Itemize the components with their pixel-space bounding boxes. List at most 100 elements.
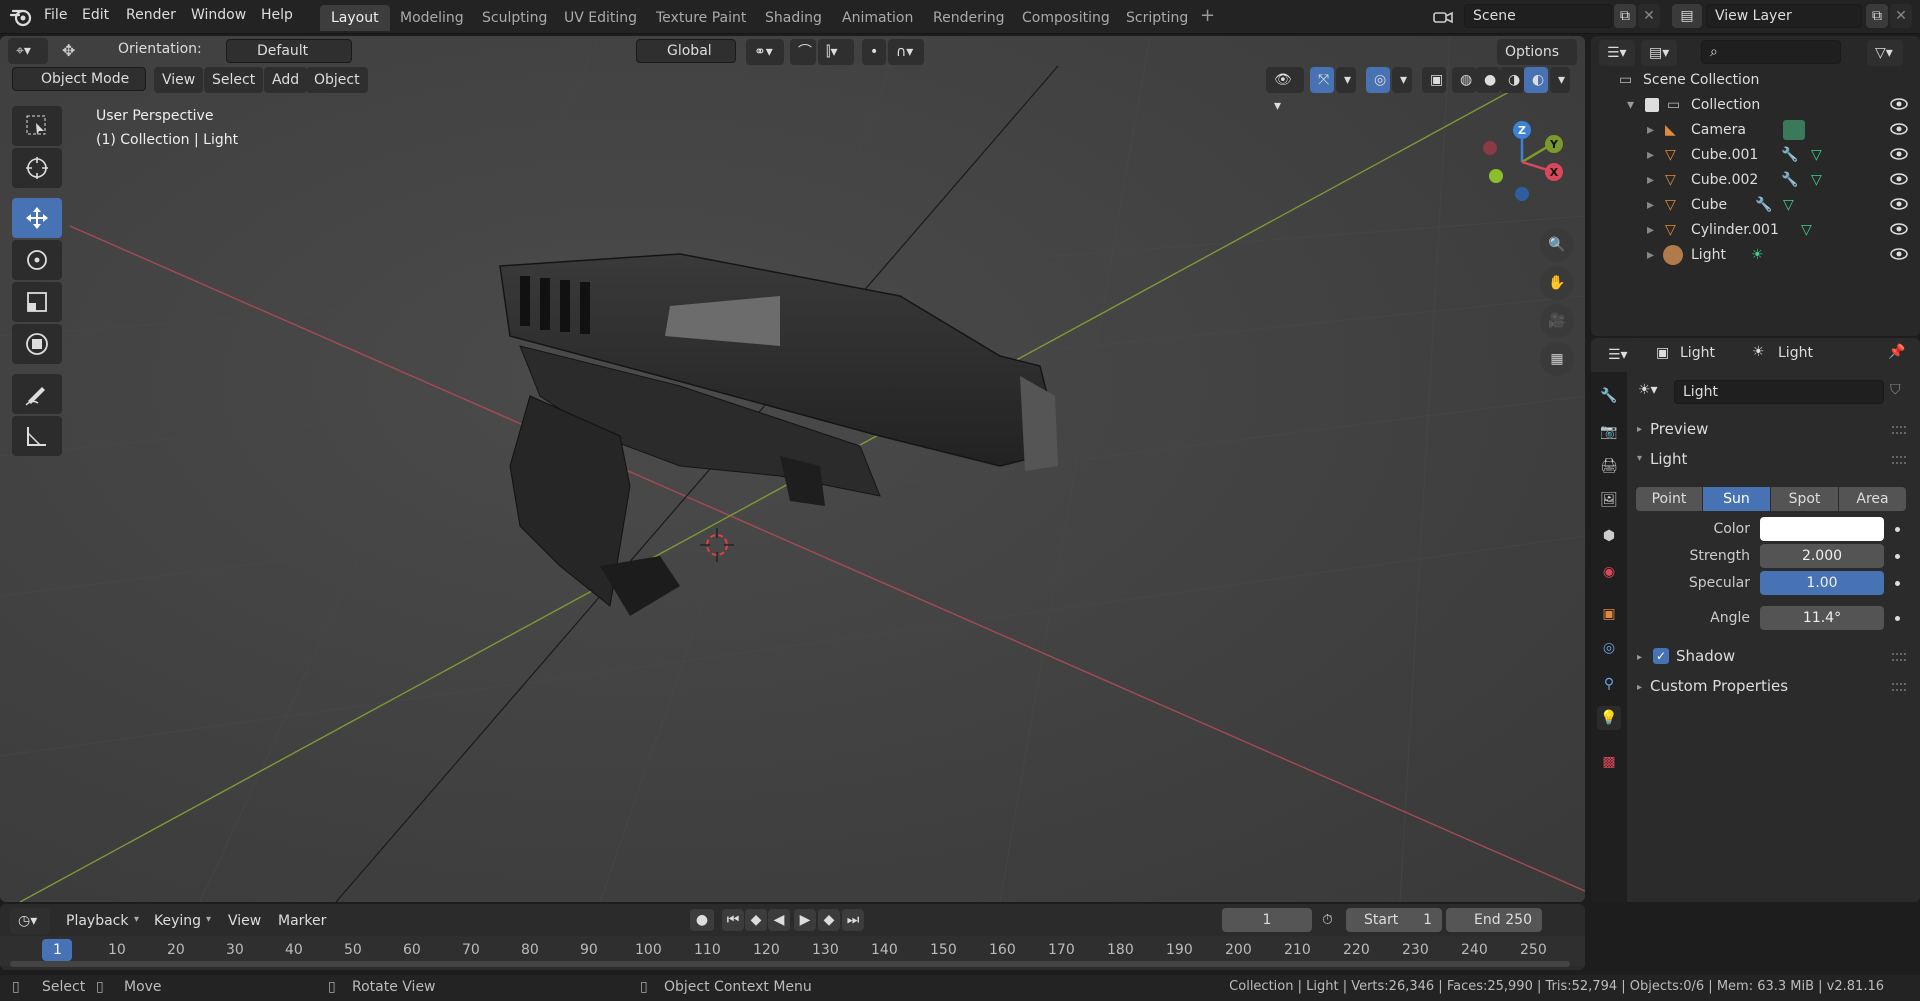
drag-handle-icon[interactable] [1892, 683, 1906, 691]
fake-user-shield-icon[interactable]: ⛉ [1890, 382, 1901, 398]
timeline-scrollbar[interactable] [10, 961, 1570, 967]
outliner-item-camera[interactable]: ▸ ◣ Camera [1591, 118, 1920, 143]
delete-view-layer-button[interactable]: ✕ [1890, 4, 1912, 28]
tab-compositing[interactable]: Compositing [1011, 5, 1121, 31]
drag-handle-icon[interactable] [1892, 653, 1906, 661]
tab-texture-paint[interactable]: Texture Paint [645, 5, 757, 31]
record-icon[interactable]: ● [690, 909, 714, 931]
view-menu[interactable]: View [154, 67, 204, 93]
expand-icon[interactable]: ▸ [1647, 122, 1654, 138]
eye-icon[interactable] [1890, 172, 1908, 186]
outliner-item-cube[interactable]: ▸ ▽ Cube 🔧 ▽ [1591, 193, 1920, 218]
eye-icon[interactable] [1890, 97, 1908, 111]
tool-tab-icon[interactable]: 🔧 [1597, 384, 1621, 408]
scene-icon[interactable] [1432, 7, 1458, 27]
mode-dropdown[interactable]: Object Mode [12, 67, 146, 91]
light-datablock-name[interactable]: Light [1674, 380, 1884, 404]
pistol-model[interactable] [480, 236, 1080, 696]
preview-panel-header[interactable]: Preview [1650, 420, 1708, 438]
expand-icon[interactable]: ▸ [1647, 172, 1654, 188]
expand-icon[interactable]: ▸ [1647, 222, 1654, 238]
select-box-tool[interactable] [12, 106, 62, 146]
scale-tool[interactable] [12, 282, 62, 322]
object-menu[interactable]: Object [306, 67, 368, 93]
proportional-edit-icon[interactable]: • [862, 39, 886, 65]
physics-tab-icon[interactable]: ◎ [1597, 636, 1621, 660]
outliner-editor-type-icon[interactable]: ☰▾ [1599, 40, 1635, 66]
menu-window[interactable]: Window [191, 7, 246, 23]
keying-menu[interactable]: Keying [146, 908, 210, 934]
properties-editor-type-icon[interactable]: ☰▾ [1600, 342, 1636, 368]
custom-properties-header[interactable]: Custom Properties [1650, 677, 1788, 695]
start-frame-field[interactable]: Start 1 [1346, 908, 1442, 932]
outliner-item-cube001[interactable]: ▸ ▽ Cube.001 🔧 ▽ [1591, 143, 1920, 168]
camera-data-icon[interactable] [1783, 120, 1805, 140]
snap-target-button[interactable]: ⫿▾ [818, 39, 854, 65]
timeline-editor-type-icon[interactable]: ◷▾ [10, 908, 50, 934]
pan-hand-icon[interactable]: ✋ [1540, 266, 1574, 300]
delete-scene-button[interactable]: ✕ [1638, 4, 1660, 28]
wireframe-shading-icon[interactable]: ◍ [1452, 67, 1476, 93]
material-shading-icon[interactable]: ◑ [1500, 67, 1524, 93]
jump-end-icon[interactable]: ⏭ [842, 909, 864, 931]
select-menu[interactable]: Select [204, 67, 264, 93]
pivot-point-button[interactable]: ⚭▾ [746, 39, 784, 65]
texture-tab-icon[interactable]: ▩ [1597, 750, 1621, 774]
solid-shading-icon[interactable]: ● [1476, 67, 1500, 93]
add-workspace-icon[interactable]: + [1200, 5, 1215, 26]
eye-icon[interactable] [1890, 197, 1908, 211]
collapse-custom-icon[interactable]: ▸ [1637, 682, 1642, 693]
view-layer-selector[interactable]: View Layer [1706, 4, 1862, 28]
specular-slider[interactable]: 1.00 [1760, 571, 1884, 595]
render-tab-icon[interactable]: 📷 [1597, 420, 1621, 444]
camera-view-icon[interactable]: 🎥 [1540, 304, 1574, 338]
prev-keyframe-icon[interactable]: ◆ [745, 909, 767, 931]
mesh-data-icon[interactable]: ▽ [1811, 172, 1822, 188]
drag-handle-icon[interactable] [1892, 426, 1906, 434]
menu-render[interactable]: Render [126, 7, 176, 23]
new-view-layer-button[interactable]: ⧉ [1866, 4, 1888, 28]
zoom-icon[interactable]: 🔍 [1540, 228, 1574, 262]
tab-layout[interactable]: Layout [320, 5, 390, 31]
eye-icon[interactable] [1890, 247, 1908, 261]
keyframe-dot[interactable] [1895, 527, 1900, 532]
play-icon[interactable]: ▶ [794, 909, 816, 931]
visibility-icon[interactable]: 👁▾ [1266, 67, 1304, 114]
light-type-spot[interactable]: Spot [1771, 487, 1838, 511]
mesh-data-icon[interactable]: ▽ [1801, 222, 1812, 238]
move-tool[interactable] [12, 198, 62, 238]
playback-menu[interactable]: Playback [58, 908, 137, 934]
overlay-toggle-icon[interactable]: ◎ [1366, 67, 1390, 93]
jump-start-icon[interactable]: ⏮ [722, 909, 744, 931]
outliner-item-cylinder001[interactable]: ▸ ▽ Cylinder.001 ▽ [1591, 218, 1920, 243]
light-type-area[interactable]: Area [1839, 487, 1906, 511]
add-menu[interactable]: Add [264, 67, 308, 93]
eye-icon[interactable] [1890, 122, 1908, 136]
scene-tab-icon[interactable]: ⬢ [1597, 524, 1621, 548]
overlay-menu-icon[interactable]: ▾ [1392, 67, 1412, 93]
modifier-wrench-icon[interactable]: 🔧 [1781, 147, 1798, 163]
rotate-tool[interactable] [12, 240, 62, 280]
tab-scripting[interactable]: Scripting [1115, 5, 1199, 31]
sun-data-icon[interactable]: ☀ [1751, 247, 1764, 263]
transform-orientation-dropdown[interactable]: Global [636, 39, 736, 63]
tab-modeling[interactable]: Modeling [389, 5, 475, 31]
constraints-tab-icon[interactable]: ⚲ [1597, 672, 1621, 696]
mesh-data-icon[interactable]: ▽ [1783, 197, 1794, 213]
new-scene-button[interactable]: ⧉ [1614, 4, 1636, 28]
shadow-checkbox[interactable]: ✓ [1653, 648, 1669, 664]
menu-help[interactable]: Help [261, 7, 293, 23]
gizmo-toggle-icon[interactable]: ⤧ [1310, 67, 1334, 93]
light-color-swatch[interactable] [1760, 517, 1884, 541]
orientation-dropdown[interactable]: Default [226, 39, 352, 63]
snap-toggle-icon[interactable]: ⌒ [790, 39, 816, 65]
datablock-sun-icon[interactable]: ☀▾ [1638, 382, 1658, 398]
cursor-tool[interactable] [12, 148, 62, 188]
collapse-shadow-icon[interactable]: ▸ [1637, 652, 1642, 663]
navigation-gizmo[interactable]: Z Y X [1474, 114, 1570, 214]
gizmo-menu-icon[interactable]: ▾ [1336, 67, 1356, 93]
marker-menu[interactable]: Marker [270, 908, 335, 934]
timeline-view-menu[interactable]: View [220, 908, 270, 934]
rendered-shading-icon[interactable]: ◐ [1524, 67, 1548, 93]
world-tab-icon[interactable]: ◉ [1597, 560, 1621, 584]
